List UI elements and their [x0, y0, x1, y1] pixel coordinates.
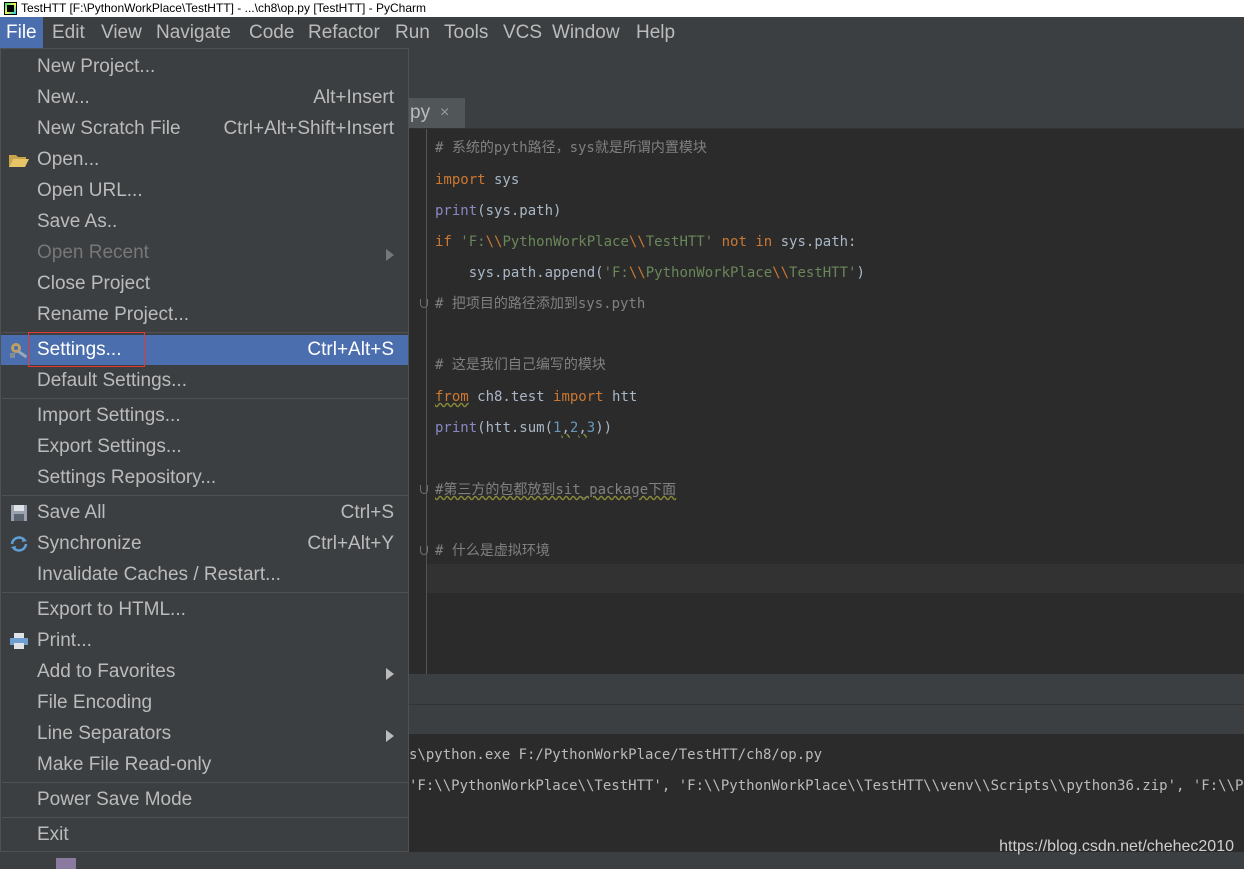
menu-separator — [2, 398, 409, 399]
menu-separator — [2, 817, 409, 818]
code-line-12: #第三方的包都放到sit_package下面 — [435, 482, 677, 498]
menu-item-open[interactable]: Open... — [1, 145, 408, 175]
console-line-2: 'F:\\PythonWorkPlace\\TestHTT', 'F:\\Pyt… — [409, 778, 1244, 794]
menu-item-save-all[interactable]: Save All Ctrl+S — [1, 498, 408, 528]
file-menu-dropdown: New Project... New... Alt+Insert New Scr… — [0, 48, 409, 852]
menu-separator — [2, 782, 409, 783]
menu-item-line-separators[interactable]: Line Separators — [1, 719, 408, 749]
current-line-highlight — [427, 564, 1244, 593]
menu-navigate[interactable]: Navigate — [150, 17, 237, 48]
editor-tab-label: py — [410, 102, 431, 123]
menu-code[interactable]: Code — [243, 17, 300, 48]
menu-help[interactable]: Help — [630, 17, 681, 48]
editor-tab-op[interactable]: py × — [400, 98, 465, 128]
submenu-arrow-icon — [386, 249, 394, 261]
settings-annotation-box — [28, 332, 145, 367]
menu-item-add-to-favorites[interactable]: Add to Favorites — [1, 657, 408, 687]
menu-refactor[interactable]: Refactor — [302, 17, 386, 48]
menu-item-exit[interactable]: Exit — [1, 820, 408, 850]
console-line-1: s\python.exe F:/PythonWorkPlace/TestHTT/… — [409, 747, 823, 763]
code-line-10: print(htt.sum(1,2,3)) — [435, 420, 613, 436]
menu-item-rename-project[interactable]: Rename Project... — [1, 300, 408, 330]
menu-item-open-recent: Open Recent — [1, 238, 408, 268]
menu-item-settings-repository[interactable]: Settings Repository... — [1, 463, 408, 493]
menu-item-export-to-html[interactable]: Export to HTML... — [1, 595, 408, 625]
menu-file[interactable]: File — [0, 17, 43, 48]
menu-view[interactable]: View — [95, 17, 148, 48]
submenu-arrow-icon — [386, 668, 394, 680]
printer-icon — [10, 633, 28, 649]
pycharm-logo-icon — [4, 2, 17, 15]
floppy-disk-icon — [11, 505, 27, 521]
menu-item-default-settings[interactable]: Default Settings... — [1, 366, 408, 396]
window-titlebar: TestHTT [F:\PythonWorkPlace\TestHTT] - .… — [0, 0, 1244, 17]
menu-item-open-url[interactable]: Open URL... — [1, 176, 408, 206]
code-line-3: print(sys.path) — [435, 203, 562, 219]
menu-item-new-scratch-file[interactable]: New Scratch File Ctrl+Alt+Shift+Insert — [1, 114, 408, 144]
menu-tools[interactable]: Tools — [438, 17, 494, 48]
code-line-8: # 这是我们自己编写的模块 — [435, 357, 606, 373]
menu-window[interactable]: Window — [546, 17, 626, 48]
code-line-2: import sys — [435, 172, 520, 188]
code-line-1: # 系统的pyth路径，sys就是所谓内置模块 — [435, 140, 707, 156]
code-line-14: # 什么是虚拟环境 — [435, 543, 550, 559]
menu-item-power-save-mode[interactable]: Power Save Mode — [1, 785, 408, 815]
menu-item-export-settings[interactable]: Export Settings... — [1, 432, 408, 462]
tool-window-icon[interactable] — [56, 858, 76, 869]
menu-item-invalidate-caches[interactable]: Invalidate Caches / Restart... — [1, 560, 408, 590]
menu-item-save-as[interactable]: Save As.. — [1, 207, 408, 237]
watermark: https://blog.csdn.net/chehec2010 — [999, 838, 1234, 855]
code-line-6: # 把项目的路径添加到sys.pyth — [435, 296, 646, 312]
sync-icon — [10, 536, 28, 552]
wrench-icon — [10, 343, 28, 359]
folder-open-icon — [9, 155, 29, 167]
submenu-arrow-icon — [386, 730, 394, 742]
menu-vcs[interactable]: VCS — [497, 17, 548, 48]
menu-edit[interactable]: Edit — [46, 17, 91, 48]
menu-item-import-settings[interactable]: Import Settings... — [1, 401, 408, 431]
menu-separator — [2, 495, 409, 496]
menu-item-file-encoding[interactable]: File Encoding — [1, 688, 408, 718]
fold-marker-icon[interactable] — [420, 299, 428, 308]
code-line-5: sys.path.append('F:\\PythonWorkPlace\\Te… — [435, 265, 865, 281]
menu-item-synchronize[interactable]: Synchronize Ctrl+Alt+Y — [1, 529, 408, 559]
menu-item-new-project[interactable]: New Project... — [1, 52, 408, 82]
menu-bar: File Edit View Navigate Code Refactor Ru… — [0, 17, 1244, 48]
menu-item-new[interactable]: New... Alt+Insert — [1, 83, 408, 113]
menu-item-print[interactable]: Print... — [1, 626, 408, 656]
fold-marker-icon[interactable] — [420, 485, 428, 494]
menu-separator — [2, 592, 409, 593]
fold-marker-icon[interactable] — [420, 546, 428, 555]
code-line-9: from ch8.test import htt — [435, 389, 638, 405]
close-icon[interactable]: × — [440, 98, 449, 128]
code-line-4: if 'F:\\PythonWorkPlace\\TestHTT' not in… — [435, 234, 857, 250]
menu-item-make-read-only[interactable]: Make File Read-only — [1, 750, 408, 780]
menu-run[interactable]: Run — [389, 17, 436, 48]
window-title: TestHTT [F:\PythonWorkPlace\TestHTT] - .… — [21, 1, 426, 15]
editor-gutter-divider — [426, 129, 427, 674]
menu-item-close-project[interactable]: Close Project — [1, 269, 408, 299]
